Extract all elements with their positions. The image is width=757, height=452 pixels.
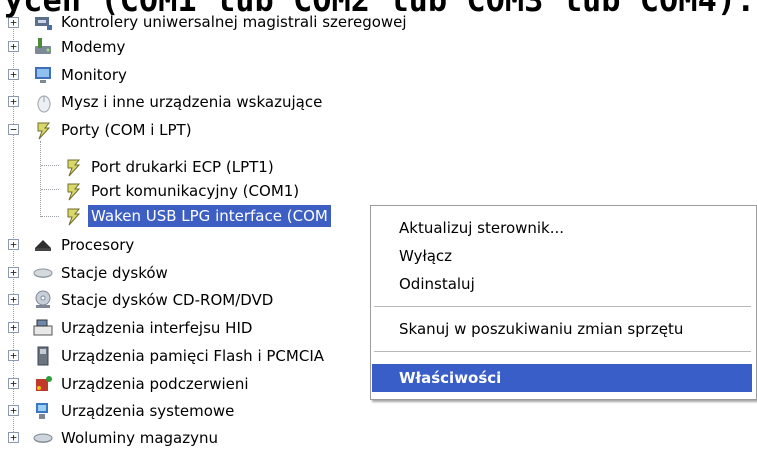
tree-connector [40, 141, 41, 217]
tree-item-label: Modemy [61, 38, 126, 56]
menu-item-disable[interactable]: Wyłącz [372, 242, 752, 270]
expand-toggle[interactable]: + [8, 96, 19, 107]
expand-toggle[interactable]: + [8, 267, 19, 278]
floppy-drive-icon [32, 262, 54, 284]
tree-item-flash-pcmcia[interactable]: Urządzenia pamięci Flash i PCMCIA [32, 344, 327, 368]
storage-volume-icon [32, 427, 54, 449]
menu-item-properties[interactable]: Właściwości [372, 364, 752, 392]
tree-item-modems[interactable]: Modemy [32, 35, 128, 59]
cdrom-icon [32, 289, 54, 311]
tree-item-floppy-drives[interactable]: Stacje dysków [32, 261, 171, 285]
tree-item-com1[interactable]: Port komunikacyjny (COM1) [62, 179, 302, 203]
tree-item-mice[interactable]: Mysz i inne urządzenia wskazujące [32, 90, 325, 114]
expand-toggle[interactable]: + [8, 350, 19, 361]
tree-item-label: Urządzenia systemowe [61, 402, 235, 420]
tree-item-label: Urządzenia interfejsu HID [61, 319, 253, 337]
expand-toggle[interactable]: + [8, 322, 19, 333]
tree-connector [41, 189, 59, 190]
menu-separator [374, 306, 751, 307]
expand-toggle[interactable]: + [8, 41, 19, 52]
port-icon [32, 119, 54, 141]
tree-item-label: Stacje dysków [61, 264, 168, 282]
tree-item-processors[interactable]: Procesory [32, 233, 137, 257]
processor-icon [32, 234, 54, 256]
menu-separator [374, 351, 751, 352]
mouse-icon [32, 91, 54, 113]
tree-item-label: Port komunikacyjny (COM1) [91, 182, 300, 200]
system-device-icon [32, 400, 54, 422]
flash-memory-icon [32, 345, 54, 367]
tree-item-label: Port drukarki ECP (LPT1) [91, 158, 274, 176]
expand-toggle[interactable]: + [8, 239, 19, 250]
expand-toggle[interactable]: + [8, 294, 19, 305]
modem-icon [32, 36, 54, 58]
tree-item-label: Mysz i inne urządzenia wskazujące [61, 93, 323, 111]
tree-connector [41, 165, 59, 166]
tree-item-label: Woluminy magazynu [61, 429, 219, 447]
tree-item-label: Kontrolery uniwersalnej magistrali szere… [61, 13, 407, 31]
port-icon [62, 205, 84, 227]
menu-item-scan-hardware[interactable]: Skanuj w poszukiwaniu zmian sprzętu [372, 315, 752, 343]
tree-item-cdrom-drives[interactable]: Stacje dysków CD-ROM/DVD [32, 288, 276, 312]
tree-item-label: Urządzenia pamięci Flash i PCMCIA [61, 347, 325, 365]
tree-item-storage-volumes[interactable]: Woluminy magazynu [32, 426, 221, 450]
expand-toggle[interactable]: + [8, 378, 19, 389]
tree-item-label: Urządzenia podczerwieni [61, 375, 249, 393]
hid-icon [32, 317, 54, 339]
infrared-icon [32, 373, 54, 395]
tree-item-hid-devices[interactable]: Urządzenia interfejsu HID [32, 316, 255, 340]
tree-item-label: Monitory [61, 66, 127, 84]
expand-toggle[interactable]: + [8, 17, 19, 28]
expand-toggle[interactable]: + [8, 405, 19, 416]
context-menu: Aktualizuj sterownik... Wyłącz Odinstalu… [370, 205, 757, 400]
tree-item-usb-lpg-interface[interactable]: Waken USB LPG interface (COM [62, 204, 331, 228]
port-icon [62, 156, 84, 178]
tree-item-label-selected: Waken USB LPG interface (COM [88, 205, 331, 227]
tree-item-lpt1[interactable]: Port drukarki ECP (LPT1) [62, 155, 277, 179]
monitor-icon [32, 64, 54, 86]
tree-item-label: Procesory [61, 236, 135, 254]
expand-toggle[interactable]: + [8, 432, 19, 443]
tree-item-ports[interactable]: Porty (COM i LPT) [32, 118, 195, 142]
tree-item-system-devices[interactable]: Urządzenia systemowe [32, 399, 237, 423]
tree-item-infrared[interactable]: Urządzenia podczerwieni [32, 372, 252, 396]
menu-item-update-driver[interactable]: Aktualizuj sterownik... [372, 214, 752, 242]
expand-toggle[interactable]: + [8, 69, 19, 80]
tree-item-usb-controllers[interactable]: Kontrolery uniwersalnej magistrali szere… [32, 10, 410, 34]
tree-item-label: Stacje dysków CD-ROM/DVD [61, 291, 274, 309]
tree-connector [41, 216, 59, 217]
tree-item-monitors[interactable]: Monitory [32, 63, 130, 87]
usb-controller-icon [32, 11, 54, 33]
port-icon [62, 180, 84, 202]
menu-item-uninstall[interactable]: Odinstaluj [372, 270, 752, 298]
collapse-toggle[interactable]: − [8, 124, 19, 135]
tree-item-label: Porty (COM i LPT) [61, 121, 192, 139]
